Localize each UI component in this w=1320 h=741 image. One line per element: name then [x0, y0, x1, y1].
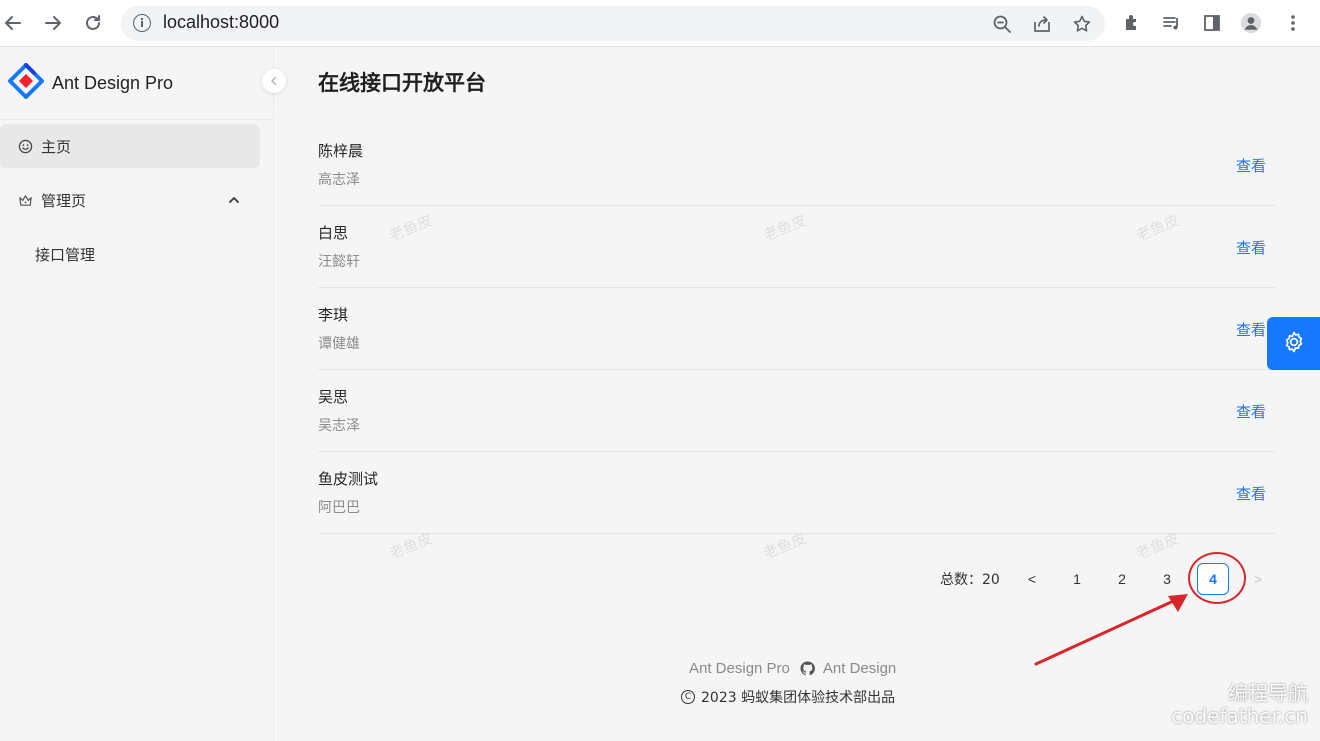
view-link[interactable]: 查看 [1236, 155, 1266, 176]
sidebar-item-admin[interactable]: 管理页 [0, 178, 260, 222]
item-description: 吴志泽 [318, 418, 360, 434]
item-title: 白思 [318, 224, 349, 242]
footer-links: Ant Design Pro Ant Design [689, 660, 896, 677]
forward-icon[interactable] [40, 10, 66, 36]
zoom-icon[interactable] [991, 13, 1013, 35]
brand-watermark-url: codefather.cn [1171, 704, 1308, 728]
list-item: 鱼皮测试 阿巴巴 查看 [318, 452, 1276, 534]
sidebar-item-home[interactable]: 主页 [0, 124, 260, 168]
reload-icon[interactable] [80, 10, 106, 36]
side-panel-icon[interactable] [1201, 12, 1223, 34]
ant-design-logo-icon [8, 63, 44, 103]
smile-icon [16, 139, 34, 154]
browser-toolbar: localhost:8000 [0, 0, 1320, 47]
view-link[interactable]: 查看 [1236, 401, 1266, 422]
more-menu-icon[interactable] [1282, 12, 1304, 34]
github-icon[interactable] [800, 661, 815, 676]
footer-copyright: C 2023 蚂蚁集团体验技术部出品 [681, 687, 895, 707]
list-item: 陈梓晨 高志泽 查看 [318, 124, 1276, 206]
view-link[interactable]: 查看 [1236, 319, 1266, 340]
pagination-next-button[interactable]: > [1242, 563, 1274, 595]
list-item: 李琪 谭健雄 查看 [318, 288, 1276, 370]
item-description: 汪懿轩 [318, 254, 360, 270]
item-description: 阿巴巴 [318, 500, 360, 516]
settings-drawer-button[interactable] [1267, 317, 1320, 370]
back-icon[interactable] [0, 10, 26, 36]
sidebar-item-api-management[interactable]: 接口管理 [0, 232, 260, 276]
media-queue-icon[interactable] [1161, 12, 1183, 34]
sidebar-item-label: 主页 [41, 137, 72, 156]
chevron-up-icon[interactable] [228, 192, 240, 210]
sidebar-item-label: 接口管理 [35, 245, 96, 264]
item-title: 陈梓晨 [318, 142, 364, 160]
item-title: 李琪 [318, 306, 349, 324]
view-link[interactable]: 查看 [1236, 483, 1266, 504]
collapse-sidebar-icon[interactable] [262, 69, 286, 93]
gear-icon [1282, 330, 1306, 358]
copyright-icon: C [681, 690, 695, 704]
copyright-text: 2023 蚂蚁集团体验技术部出品 [701, 690, 896, 706]
item-title: 鱼皮测试 [318, 470, 379, 488]
address-bar[interactable]: localhost:8000 [121, 6, 1105, 41]
annotation-arrow [1034, 594, 1188, 666]
list-item: 白思 汪懿轩 查看 [318, 206, 1276, 288]
url-text[interactable]: localhost:8000 [163, 12, 279, 33]
crown-icon [16, 193, 34, 208]
footer-link-ant-design-pro[interactable]: Ant Design Pro [689, 660, 790, 677]
pagination-total: 总数：20 [940, 572, 1000, 588]
item-description: 高志泽 [318, 172, 360, 188]
sidebar-item-label: 管理页 [41, 191, 87, 210]
profile-avatar-icon[interactable] [1240, 12, 1262, 34]
bookmark-star-icon[interactable] [1071, 13, 1093, 35]
share-icon[interactable] [1031, 13, 1053, 35]
extensions-icon[interactable] [1121, 12, 1143, 34]
footer-link-ant-design[interactable]: Ant Design [823, 660, 896, 677]
site-info-icon[interactable] [133, 14, 151, 32]
api-list: 陈梓晨 高志泽 查看 白思 汪懿轩 查看 李琪 谭健雄 查看 吴思 吴志泽 查看… [318, 124, 1276, 534]
brand-watermark-text: 编程导航 [1228, 681, 1308, 705]
sidebar: Ant Design Pro 主页 管理页 接口管理 [0, 47, 286, 741]
item-description: 谭健雄 [318, 336, 360, 352]
page-title: 在线接口开放平台 [318, 71, 486, 95]
list-item: 吴思 吴志泽 查看 [318, 370, 1276, 452]
app-logo[interactable]: Ant Design Pro [8, 63, 174, 103]
logo-text: Ant Design Pro [52, 72, 174, 93]
logo-divider [0, 119, 274, 120]
view-link[interactable]: 查看 [1236, 237, 1266, 258]
item-title: 吴思 [318, 388, 349, 406]
